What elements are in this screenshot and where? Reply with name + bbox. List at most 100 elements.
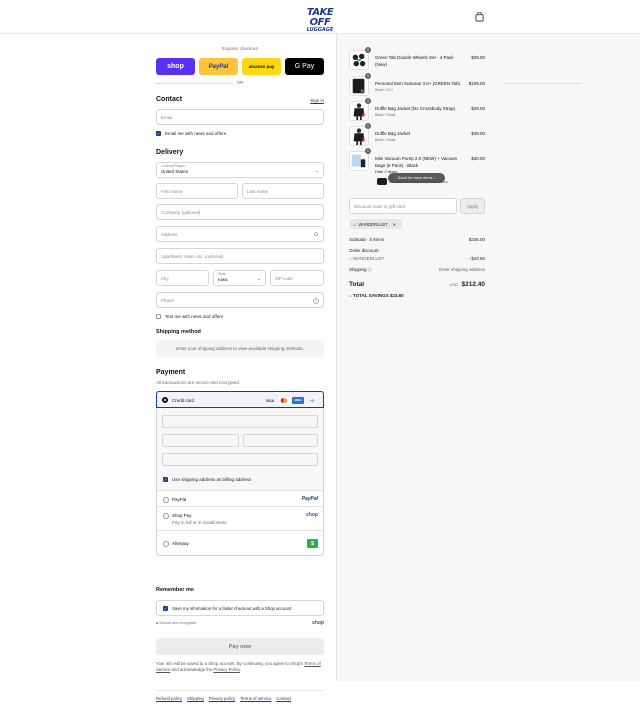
contact-title: Contact — [156, 96, 183, 103]
terms-of-service-link[interactable]: Terms of service — [240, 696, 271, 701]
shop-pay-logo: shop — [306, 512, 318, 518]
logo-sub-text: LUGGAGE — [306, 27, 334, 33]
email-field[interactable]: Email — [156, 109, 324, 125]
shipping-label: Shipping — [349, 267, 367, 272]
item-price: $29.00 — [471, 55, 485, 60]
address-field[interactable]: Address — [156, 226, 324, 242]
item-price: $29.00 — [471, 106, 485, 111]
info-icon[interactable]: ⓘ — [368, 267, 372, 272]
legal-text: Your info will be saved to a Shop accoun… — [156, 661, 321, 673]
company-field[interactable]: Company (optional) — [156, 204, 324, 220]
visa-icon: VISA — [265, 398, 275, 403]
last-name-field[interactable]: Last name — [242, 183, 324, 199]
shop-pay-button[interactable]: shop — [156, 58, 195, 75]
save-info-checkbox[interactable]: ✓ — [163, 606, 168, 611]
security-code-field[interactable] — [243, 434, 318, 447]
order-discount-label: Order discount — [349, 248, 379, 253]
cart-item: 1 Duffle Bag Jacket Black / Small $39.00 — [349, 123, 485, 150]
item-variant: Black / 3.0+ — [375, 88, 394, 92]
item-name: Mini Vacuum Pump 2.0 (NEW) + Vacuum Bags… — [375, 156, 458, 168]
discount-code-label: WANDERLUST — [352, 256, 385, 261]
scroll-for-more-pill[interactable]: Scroll for more items ↓ — [388, 173, 445, 183]
bottom-strip — [0, 681, 640, 707]
privacy-policy-link[interactable]: Privacy policy — [209, 696, 235, 701]
discount-tag: ⌂ WANDERLUST ✕ — [349, 219, 402, 229]
afterpay-radio[interactable] — [163, 541, 169, 547]
text-offers-checkbox[interactable] — [156, 314, 161, 319]
refund-policy-link[interactable]: Refund policy — [156, 696, 182, 701]
card-number-field[interactable] — [162, 415, 318, 428]
expiration-field[interactable] — [162, 434, 239, 447]
city-placeholder: City — [161, 275, 169, 281]
paypal-radio[interactable] — [163, 497, 169, 503]
state-select[interactable]: State Iowa ⌄ — [213, 270, 266, 286]
paypal-option[interactable]: PayPal PayPal — [157, 490, 323, 506]
city-field[interactable]: City — [156, 270, 209, 286]
footer-links: Refund policy Shipping Privacy policy Te… — [156, 696, 324, 701]
sign-in-link[interactable]: Sign in — [310, 98, 324, 103]
country-select[interactable]: Country/Region United States ⌄ — [156, 162, 324, 178]
svg-text:?: ? — [315, 299, 317, 303]
item-name: Green Tab Double Wheels Set - 4 Pack (Ne… — [375, 55, 454, 67]
shipping-method-placeholder: Enter your shipping address to view avai… — [156, 340, 324, 357]
item-price: $109.00 — [468, 81, 485, 86]
payment-title: Payment — [156, 369, 186, 376]
shipping-row: Shipping ⓘ Enter shipping address — [349, 267, 485, 273]
more-cards-badge: +5 — [310, 398, 314, 403]
product-image — [349, 151, 369, 171]
lock-icon: 🔒︎ — [156, 621, 159, 625]
shop-pay-subtitle: Pay in full or in installments — [172, 520, 227, 525]
total-label: Total — [349, 281, 365, 288]
google-pay-button[interactable]: G Pay — [285, 58, 324, 75]
credit-card-radio[interactable] — [162, 397, 168, 403]
total-savings-value: $23.60 — [389, 293, 404, 298]
phone-placeholder: Phone — [161, 297, 175, 303]
news-checkbox[interactable]: ✓ — [156, 131, 161, 136]
billing-address-checkbox[interactable]: ✓ — [163, 477, 168, 482]
company-placeholder: Company (optional) — [161, 209, 201, 215]
shipping-value: Enter shipping address — [438, 267, 485, 272]
remove-discount-icon[interactable]: ✕ — [393, 222, 397, 227]
last-name-placeholder: Last name — [247, 188, 269, 194]
tag-icon: ⌂ — [349, 256, 352, 261]
amazon-pay-button[interactable]: amazon pay — [242, 58, 281, 75]
apartment-field[interactable]: Apartment, suite, etc. (optional) — [156, 248, 324, 264]
subtotal-row: Subtotal · 5 items $236.00 — [349, 237, 485, 242]
brand-logo[interactable]: TAKE OFF LUGGAGE — [296, 8, 344, 33]
cart-item: 1 Duffle Bag Jacket (No Crossbody Strap)… — [349, 98, 485, 125]
zip-placeholder: ZIP code — [275, 275, 293, 281]
shop-pay-radio[interactable] — [163, 513, 169, 519]
pay-now-button[interactable]: Pay now — [156, 638, 324, 655]
phone-field[interactable]: Phone ? — [156, 292, 324, 308]
total-row: Total USD $212.40 — [349, 281, 485, 288]
name-on-card-field[interactable] — [162, 453, 318, 466]
first-name-placeholder: First name — [161, 188, 183, 194]
discount-code-input[interactable]: Discount code or gift card — [349, 198, 457, 214]
payment-methods: Credit card VISA AMEX +5 ✓ Use shipping … — [156, 391, 324, 556]
sub-item-image — [377, 178, 387, 185]
subtotal-label: Subtotal · 5 items — [349, 237, 385, 242]
express-checkout-label: Express checkout — [222, 46, 258, 51]
text-offers-label: Text me with news and offers — [165, 314, 223, 319]
delivery-title: Delivery — [156, 149, 184, 156]
item-price: $30.00 — [471, 156, 485, 161]
shopping-bag-icon[interactable] — [475, 12, 484, 22]
apply-button[interactable]: Apply — [460, 198, 485, 214]
arrow-down-icon: ↓ — [433, 176, 436, 180]
afterpay-option[interactable]: Afterpay $ — [157, 530, 323, 556]
zip-field[interactable]: ZIP code — [270, 270, 324, 286]
secure-encrypted-label: 🔒︎ Secure and encrypted — [156, 621, 196, 625]
shipping-method-title: Shipping method — [156, 329, 201, 335]
shipping-link[interactable]: Shipping — [187, 696, 204, 701]
help-circle-icon[interactable]: ? — [313, 298, 319, 304]
credit-card-option[interactable]: Credit card VISA AMEX +5 — [156, 391, 324, 408]
shop-pay-option[interactable]: Shop Pay Pay in full or in installments … — [157, 506, 323, 530]
or-divider: OR — [156, 80, 582, 86]
item-name: Duffle Bag Jacket (No Crossbody Strap) — [375, 106, 455, 111]
privacy-link[interactable]: Privacy Policy — [213, 667, 239, 672]
contact-link[interactable]: Contact — [276, 696, 291, 701]
item-name: Duffle Bag Jacket — [375, 131, 411, 136]
quantity-badge: 1 — [365, 148, 371, 154]
paypal-button[interactable]: PayPal — [199, 58, 238, 75]
first-name-field[interactable]: First name — [156, 183, 238, 199]
